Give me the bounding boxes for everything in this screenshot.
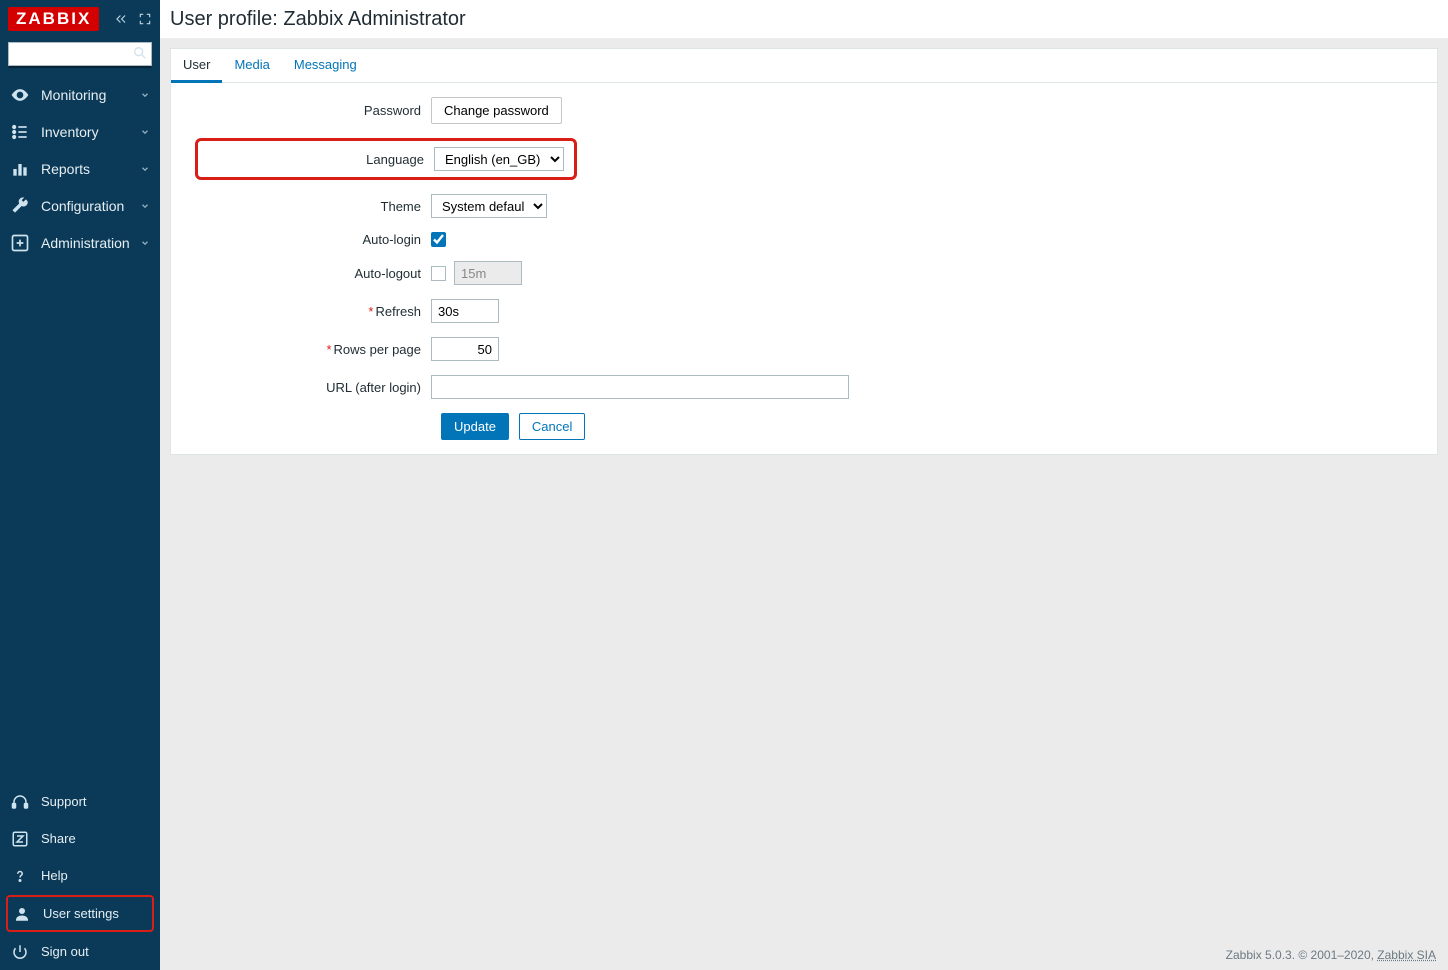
change-password-button[interactable]: Change password: [431, 97, 562, 124]
sidebar-item-label: User settings: [43, 906, 148, 921]
cancel-button[interactable]: Cancel: [519, 413, 585, 440]
collapse-sidebar-icon[interactable]: [114, 12, 128, 26]
autologout-checkbox[interactable]: [431, 266, 446, 281]
sidebar-bottom: Support Share Help User settings Sign ou…: [0, 783, 160, 970]
main: User profile: Zabbix Administrator User …: [160, 0, 1448, 970]
password-label: Password: [185, 103, 431, 118]
eye-icon: [10, 85, 30, 105]
url-label: URL (after login): [185, 380, 431, 395]
sidebar-item-sign-out[interactable]: Sign out: [0, 933, 160, 970]
wrench-icon: [10, 196, 30, 216]
question-icon: [10, 866, 30, 886]
sidebar-item-configuration[interactable]: Configuration: [0, 187, 160, 224]
refresh-input[interactable]: [431, 299, 499, 323]
fullscreen-icon[interactable]: [138, 12, 152, 26]
search-input[interactable]: [8, 42, 152, 66]
tab-messaging[interactable]: Messaging: [282, 49, 369, 82]
rows-label: *Rows per page: [185, 342, 431, 357]
update-button[interactable]: Update: [441, 413, 509, 440]
sidebar-nav: Monitoring Inventory Reports Configurati…: [0, 76, 160, 261]
sidebar-item-monitoring[interactable]: Monitoring: [0, 76, 160, 113]
sidebar: ZABBIX Monitoring Inventory: [0, 0, 160, 970]
autologout-input: [454, 261, 522, 285]
chevron-down-icon: [140, 201, 150, 211]
language-select[interactable]: English (en_GB): [434, 147, 564, 171]
autologin-checkbox[interactable]: [431, 232, 446, 247]
sidebar-item-label: Reports: [41, 161, 140, 177]
autologin-label: Auto-login: [185, 232, 431, 247]
footer-text: Zabbix 5.0.3. © 2001–2020,: [1226, 948, 1378, 962]
url-input[interactable]: [431, 375, 849, 399]
sidebar-item-label: Administration: [41, 235, 140, 251]
theme-label: Theme: [185, 199, 431, 214]
sidebar-item-help[interactable]: Help: [0, 857, 160, 894]
sidebar-top: ZABBIX: [0, 0, 160, 38]
headset-icon: [10, 792, 30, 812]
sidebar-item-inventory[interactable]: Inventory: [0, 113, 160, 150]
theme-select[interactable]: System default: [431, 194, 547, 218]
tab-user[interactable]: User: [171, 49, 222, 83]
z-icon: [10, 829, 30, 849]
sidebar-item-administration[interactable]: Administration: [0, 224, 160, 261]
sidebar-item-share[interactable]: Share: [0, 820, 160, 857]
sidebar-item-label: Configuration: [41, 198, 140, 214]
autologout-label: Auto-logout: [185, 266, 431, 281]
search-icon[interactable]: [132, 45, 148, 61]
sidebar-item-label: Sign out: [41, 944, 150, 959]
user-form: Password Change password Language Englis…: [171, 83, 1437, 454]
tab-media[interactable]: Media: [222, 49, 281, 82]
sidebar-item-label: Support: [41, 794, 150, 809]
bar-chart-icon: [10, 159, 30, 179]
brand-logo[interactable]: ZABBIX: [8, 7, 99, 31]
chevron-down-icon: [140, 90, 150, 100]
tabs: User Media Messaging: [171, 49, 1437, 83]
refresh-label: *Refresh: [185, 304, 431, 319]
language-highlight: Language English (en_GB): [195, 138, 577, 180]
sidebar-item-reports[interactable]: Reports: [0, 150, 160, 187]
sidebar-item-label: Inventory: [41, 124, 140, 140]
user-icon: [12, 904, 32, 924]
chevron-down-icon: [140, 164, 150, 174]
footer-link[interactable]: Zabbix SIA: [1377, 948, 1436, 962]
footer: Zabbix 5.0.3. © 2001–2020, Zabbix SIA: [160, 942, 1448, 970]
chevron-down-icon: [140, 127, 150, 137]
sidebar-item-label: Monitoring: [41, 87, 140, 103]
sidebar-search: [0, 38, 160, 76]
sidebar-item-user-settings[interactable]: User settings: [6, 895, 154, 932]
gear-icon: [10, 233, 30, 253]
list-icon: [10, 122, 30, 142]
power-icon: [10, 942, 30, 962]
page-header: User profile: Zabbix Administrator: [160, 0, 1448, 38]
page-title: User profile: Zabbix Administrator: [170, 8, 466, 31]
sidebar-item-label: Help: [41, 868, 150, 883]
chevron-down-icon: [140, 238, 150, 248]
language-label: Language: [208, 152, 434, 167]
sidebar-item-label: Share: [41, 831, 150, 846]
form-panel: User Media Messaging Password Change pas…: [170, 48, 1438, 455]
rows-input[interactable]: [431, 337, 499, 361]
sidebar-item-support[interactable]: Support: [0, 783, 160, 820]
